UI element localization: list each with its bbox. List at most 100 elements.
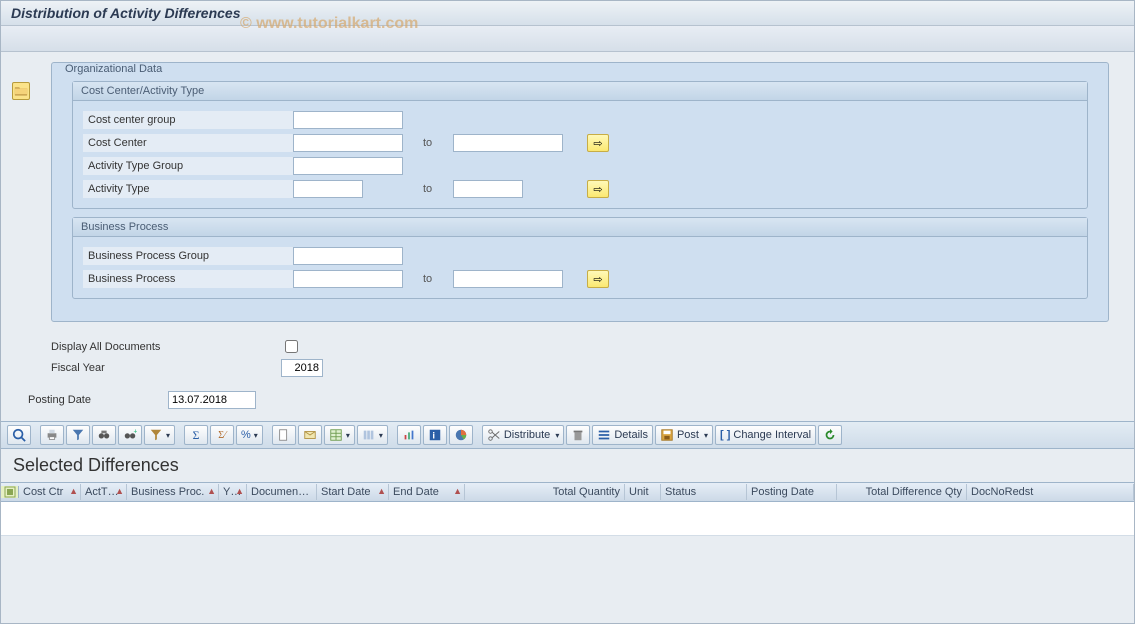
detail-lens-icon bbox=[12, 428, 26, 442]
binoculars-icon bbox=[97, 428, 111, 442]
alv-chart-button[interactable] bbox=[397, 425, 421, 445]
fiscal-year-label: Fiscal Year bbox=[51, 362, 281, 374]
alv-sum-button[interactable]: Σ bbox=[184, 425, 208, 445]
bar-chart-icon bbox=[402, 428, 416, 442]
sigma-icon: Σ bbox=[193, 428, 200, 443]
alv-select-all-button[interactable] bbox=[1, 486, 19, 498]
side-panel-toggle-button[interactable] bbox=[12, 82, 30, 100]
col-end-date[interactable]: End Date▲ bbox=[389, 484, 465, 500]
alv-heading: Selected Differences bbox=[1, 449, 1134, 482]
col-year[interactable]: Y…▲ bbox=[219, 484, 247, 500]
svg-text:+: + bbox=[134, 428, 138, 435]
cost-center-to-label: to bbox=[403, 137, 453, 149]
post-label: Post bbox=[677, 429, 699, 441]
sigma-sub-icon: Σ⁄ bbox=[218, 430, 226, 441]
activity-type-multi-select-button[interactable]: ⇨ bbox=[587, 180, 609, 198]
page-icon bbox=[277, 428, 291, 442]
sort-asc-icon: ▲ bbox=[69, 486, 78, 496]
select-all-icon bbox=[4, 486, 16, 498]
selection-screen-content: Organizational Data Cost Center/Activity… bbox=[1, 52, 1134, 409]
alv-refresh-button[interactable] bbox=[818, 425, 842, 445]
bp-section-header: Business Process bbox=[73, 218, 1087, 237]
details-label: Details bbox=[614, 429, 648, 441]
business-process-section: Business Process Business Process Group … bbox=[72, 217, 1088, 299]
alv-post-button[interactable]: Post▾ bbox=[655, 425, 713, 445]
arrow-right-icon: ⇨ bbox=[593, 273, 602, 286]
alv-grid-header: Cost Ctr▲ ActT…▲ Business Proc.▲ Y…▲ Doc… bbox=[1, 482, 1134, 502]
col-act-type[interactable]: ActT…▲ bbox=[81, 484, 127, 500]
col-status[interactable]: Status bbox=[661, 484, 747, 500]
binoculars-plus-icon: + bbox=[123, 428, 137, 442]
cost-center-label: Cost Center bbox=[83, 134, 293, 152]
alv-distribute-button[interactable]: Distribute▾ bbox=[482, 425, 564, 445]
bp-group-label: Business Process Group bbox=[83, 247, 293, 265]
alv-subtotal-button[interactable]: Σ⁄ bbox=[210, 425, 234, 445]
posting-date-label: Posting Date bbox=[28, 394, 168, 406]
envelope-icon bbox=[303, 428, 317, 442]
activity-type-to-input[interactable] bbox=[453, 180, 523, 198]
folder-icon bbox=[14, 84, 28, 98]
bp-group-input[interactable] bbox=[293, 247, 403, 265]
activity-type-label: Activity Type bbox=[83, 180, 293, 198]
fiscal-year-input[interactable] bbox=[281, 359, 323, 377]
col-total-diff-qty[interactable]: Total Difference Qty bbox=[837, 484, 967, 500]
cost-center-activity-section: Cost Center/Activity Type Cost center gr… bbox=[72, 81, 1088, 209]
display-all-label: Display All Documents bbox=[51, 341, 281, 353]
alv-detail-view-button[interactable] bbox=[7, 425, 31, 445]
organizational-data-group: Organizational Data Cost Center/Activity… bbox=[51, 62, 1109, 322]
list-icon bbox=[597, 428, 611, 442]
activity-type-group-input[interactable] bbox=[293, 157, 403, 175]
alv-find-button[interactable] bbox=[92, 425, 116, 445]
alv-info-button[interactable]: i bbox=[423, 425, 447, 445]
org-data-legend: Organizational Data bbox=[62, 63, 1098, 75]
alv-print-button[interactable] bbox=[40, 425, 64, 445]
col-posting-date[interactable]: Posting Date bbox=[747, 484, 837, 500]
alv-mail-button[interactable] bbox=[298, 425, 322, 445]
posting-date-input[interactable] bbox=[168, 391, 256, 409]
alv-delete-button[interactable] bbox=[566, 425, 590, 445]
bp-to-input[interactable] bbox=[453, 270, 563, 288]
alv-find-next-button[interactable]: + bbox=[118, 425, 142, 445]
col-docno-redst[interactable]: DocNoRedst bbox=[967, 484, 1134, 500]
refresh-icon bbox=[823, 428, 837, 442]
alv-filter-button[interactable] bbox=[66, 425, 90, 445]
distribute-label: Distribute bbox=[504, 429, 550, 441]
bp-to-label: to bbox=[403, 273, 453, 285]
columns-icon bbox=[362, 428, 376, 442]
cost-center-group-input[interactable] bbox=[293, 111, 403, 129]
alv-change-interval-button[interactable]: [ ] Change Interval bbox=[715, 425, 816, 445]
bp-from-input[interactable] bbox=[293, 270, 403, 288]
display-all-checkbox[interactable] bbox=[285, 340, 298, 353]
info-icon: i bbox=[428, 428, 442, 442]
sort-asc-icon: ▲ bbox=[453, 486, 462, 496]
alv-percent-button[interactable]: %▾ bbox=[236, 425, 263, 445]
col-total-qty[interactable]: Total Quantity bbox=[465, 484, 625, 500]
alv-toolbar: + ▾ Σ Σ⁄ %▾ ▾ ▾ i Distribute▾ Details Po… bbox=[1, 421, 1134, 449]
col-cost-ctr[interactable]: Cost Ctr▲ bbox=[19, 484, 81, 500]
bp-multi-select-button[interactable]: ⇨ bbox=[587, 270, 609, 288]
sort-asc-icon: ▲ bbox=[235, 486, 244, 496]
cost-center-multi-select-button[interactable]: ⇨ bbox=[587, 134, 609, 152]
activity-type-to-label: to bbox=[403, 183, 453, 195]
cost-center-to-input[interactable] bbox=[453, 134, 563, 152]
bp-label: Business Process bbox=[83, 270, 293, 288]
window-title: Distribution of Activity Differences bbox=[1, 1, 1134, 26]
sort-asc-icon: ▲ bbox=[207, 486, 216, 496]
cost-center-from-input[interactable] bbox=[293, 134, 403, 152]
alv-set-filter-button[interactable]: ▾ bbox=[144, 425, 175, 445]
alv-details-button[interactable]: Details bbox=[592, 425, 653, 445]
alv-pie-button[interactable] bbox=[449, 425, 473, 445]
change-interval-label: Change Interval bbox=[733, 429, 811, 441]
col-unit[interactable]: Unit bbox=[625, 484, 661, 500]
alv-grid-body-empty bbox=[1, 502, 1134, 536]
col-document[interactable]: Documen… bbox=[247, 484, 317, 500]
activity-type-from-input[interactable] bbox=[293, 180, 363, 198]
funnel-bar-icon bbox=[149, 428, 163, 442]
col-start-date[interactable]: Start Date▲ bbox=[317, 484, 389, 500]
alv-excel-button[interactable]: ▾ bbox=[324, 425, 355, 445]
alv-export-button[interactable] bbox=[272, 425, 296, 445]
pie-chart-icon bbox=[454, 428, 468, 442]
col-business-proc[interactable]: Business Proc.▲ bbox=[127, 484, 219, 500]
alv-layout-button[interactable]: ▾ bbox=[357, 425, 388, 445]
activity-type-group-label: Activity Type Group bbox=[83, 157, 293, 175]
